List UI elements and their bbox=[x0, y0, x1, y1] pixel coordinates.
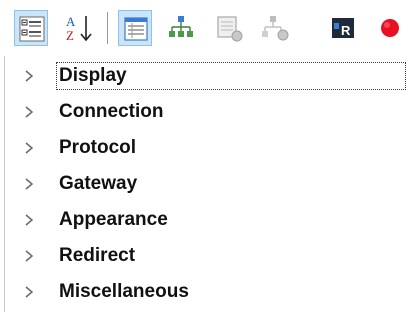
category-row-display[interactable]: Display bbox=[0, 58, 408, 94]
toolbar: A Z R bbox=[0, 0, 408, 56]
record-button[interactable] bbox=[372, 10, 406, 46]
category-label: Gateway bbox=[59, 173, 138, 194]
chevron-right-icon[interactable] bbox=[22, 285, 36, 299]
category-label: Redirect bbox=[59, 245, 136, 266]
svg-text:A: A bbox=[66, 14, 76, 29]
toolbar-separator bbox=[107, 12, 108, 44]
chevron-right-icon[interactable] bbox=[22, 213, 36, 227]
hierarchy-button[interactable] bbox=[164, 10, 198, 46]
categorized-icon bbox=[19, 16, 45, 42]
category-label: Protocol bbox=[59, 137, 137, 158]
category-row-connection[interactable]: Connection bbox=[0, 94, 408, 130]
category-label: Display bbox=[59, 65, 127, 86]
property-category-list: Display Connection Protocol Gateway Appe… bbox=[0, 56, 408, 312]
category-row-protocol[interactable]: Protocol bbox=[0, 130, 408, 166]
remote-app-icon: R bbox=[332, 18, 354, 38]
category-label: Connection bbox=[59, 101, 164, 122]
sort-az-button[interactable]: A Z bbox=[62, 10, 96, 46]
chevron-right-icon[interactable] bbox=[22, 249, 36, 263]
hierarchy-disabled-icon bbox=[262, 16, 289, 41]
record-icon bbox=[381, 19, 399, 37]
hierarchy-icon bbox=[169, 16, 193, 37]
hierarchy-disabled-button[interactable] bbox=[258, 10, 292, 46]
properties-disabled-icon bbox=[217, 16, 243, 42]
remote-app-button[interactable]: R bbox=[326, 10, 360, 46]
chevron-right-icon[interactable] bbox=[22, 105, 36, 119]
properties-disabled-button[interactable] bbox=[212, 10, 246, 46]
category-label: Miscellaneous bbox=[59, 281, 189, 302]
chevron-right-icon[interactable] bbox=[22, 69, 36, 83]
svg-text:R: R bbox=[341, 23, 351, 38]
category-row-gateway[interactable]: Gateway bbox=[0, 166, 408, 202]
categorized-view-button[interactable] bbox=[14, 10, 48, 46]
category-row-redirect[interactable]: Redirect bbox=[0, 238, 408, 274]
category-row-appearance[interactable]: Appearance bbox=[0, 202, 408, 238]
category-row-miscellaneous[interactable]: Miscellaneous bbox=[0, 274, 408, 310]
properties-grid-icon bbox=[124, 17, 148, 41]
svg-text:Z: Z bbox=[66, 28, 74, 43]
chevron-right-icon[interactable] bbox=[22, 141, 36, 155]
sort-az-icon: A Z bbox=[66, 14, 92, 43]
category-label: Appearance bbox=[59, 209, 168, 230]
properties-view-button[interactable] bbox=[118, 10, 152, 46]
chevron-right-icon[interactable] bbox=[22, 177, 36, 191]
